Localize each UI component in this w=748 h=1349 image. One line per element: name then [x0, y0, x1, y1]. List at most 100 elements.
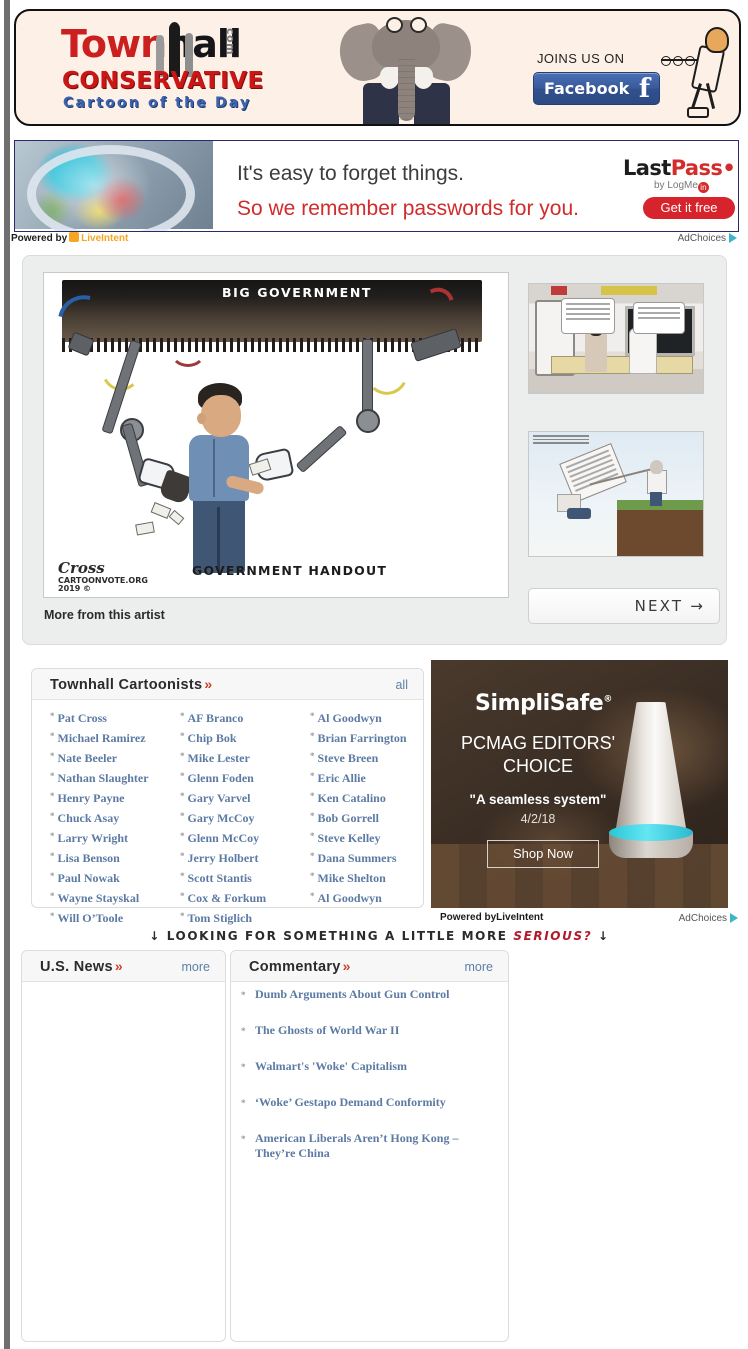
lastpass-advertisement[interactable]: It's easy to forget things. So we rememb… — [14, 140, 739, 232]
cartoonists-columns: * Pat Cross * Michael Ramirez * Nate Beeler… — [32, 699, 423, 927]
commentary-list-item[interactable]: * The Ghosts of World War II — [231, 1023, 508, 1038]
commentary-more-link[interactable]: more — [465, 960, 493, 974]
adchoices-label: AdChoices — [677, 233, 726, 244]
serious-banner-text: LOOKING FOR SOMETHING A LITTLE MORE — [166, 929, 508, 943]
cartoonist-link[interactable]: * AF Branco — [180, 707, 292, 727]
cartoonist-link[interactable]: * Gary McCoy — [180, 807, 292, 827]
logo-tagline-conservative: CONSERVATIVE — [62, 68, 264, 94]
simplisafe-advertisement[interactable]: SimpliSafe® PCMAG EDITORS' CHOICE "A sea… — [431, 660, 728, 908]
bullet-icon: * — [50, 711, 55, 721]
adchoices-link-bottom[interactable]: AdChoices — [679, 913, 738, 924]
commentary-list-item[interactable]: * Dumb Arguments About Gun Control — [231, 987, 508, 1002]
bullet-icon: * — [50, 811, 55, 821]
main-cartoon-image[interactable]: BIG GOVERNMENT GOVERNMENT HANDOUT Cross … — [43, 272, 509, 598]
cartoonist-link[interactable]: * Henry Payne — [50, 787, 162, 807]
get-it-free-button[interactable]: Get it free — [643, 197, 735, 219]
cartoonist-link[interactable]: * Pat Cross — [50, 707, 162, 727]
cartoonist-link[interactable]: * Wayne Stayskal — [50, 887, 162, 907]
commentary-list-item[interactable]: * ‘Woke’ Gestapo Demand Conformity — [231, 1095, 508, 1110]
powered-by-text: Powered by — [11, 233, 68, 244]
cartoonist-link[interactable]: * Larry Wright — [50, 827, 162, 847]
adchoices-link-top[interactable]: AdChoices — [678, 233, 737, 244]
bullet-icon: * — [310, 871, 315, 881]
cartoonist-link[interactable]: * Ken Catalino — [310, 787, 422, 807]
simplisafe-quote-date: 4/2/18 — [520, 812, 556, 826]
logo-tagline-cartoon-of-the-day: Cartoon of the Day — [63, 95, 252, 111]
cartoonist-link[interactable]: * Steve Breen — [310, 747, 422, 767]
bullet-icon: * — [241, 990, 246, 1000]
next-button-label: NEXT → — [634, 597, 705, 615]
cartoonist-link[interactable]: * Eric Allie — [310, 767, 422, 787]
cartoonist-link[interactable]: * Will O’Toole — [50, 907, 162, 927]
double-chevron-icon: » — [204, 676, 213, 692]
commentary-list-item[interactable]: * Walmart's 'Woke' Capitalism — [231, 1059, 508, 1074]
cartoonist-link[interactable]: * Glenn Foden — [180, 767, 292, 787]
laundry-photo — [15, 141, 213, 231]
cartoonists-all-link[interactable]: all — [395, 678, 408, 692]
cartoonist-link[interactable]: * Paul Nowak — [50, 867, 162, 887]
bullet-icon: * — [50, 871, 55, 881]
commentary-panel: Commentary» more * Dumb Arguments About G… — [230, 950, 509, 1342]
lastpass-logo: LastPass•••| — [623, 156, 738, 180]
bullet-icon: * — [180, 731, 185, 741]
bullet-icon: * — [180, 711, 185, 721]
page-scrollbar[interactable] — [4, 0, 10, 1349]
bullet-icon: * — [180, 771, 185, 781]
cartoonist-link[interactable]: * Glenn McCoy — [180, 827, 292, 847]
logo-wordmark: Townhall com — [61, 22, 242, 66]
page-root: Townhall com CONSERVATIVE Cartoon of the… — [11, 0, 748, 1349]
cartoonist-link[interactable]: * Brian Farrington — [310, 727, 422, 747]
us-news-panel: U.S. News» more — [21, 950, 226, 1342]
cartoonist-link[interactable]: * Cox & Forkum — [180, 887, 292, 907]
cartoonist-link[interactable]: * Mike Lester — [180, 747, 292, 767]
cartoon-thumbnail-2[interactable] — [528, 431, 704, 557]
site-header-banner[interactable]: Townhall com CONSERVATIVE Cartoon of the… — [14, 9, 741, 126]
cartoon-thumbnail-1[interactable] — [528, 283, 704, 394]
us-news-panel-header: U.S. News» more — [22, 951, 225, 982]
lastpass-logo-pass: Pass — [670, 156, 723, 180]
us-news-more-link[interactable]: more — [182, 960, 210, 974]
cartoonist-link[interactable]: * Jerry Holbert — [180, 847, 292, 867]
cartoon-viewer: BIG GOVERNMENT GOVERNMENT HANDOUT Cross … — [22, 255, 727, 645]
cartoonist-link[interactable]: * Chip Bok — [180, 727, 292, 747]
cartoonist-link[interactable]: * Michael Ramirez — [50, 727, 162, 747]
cartoonist-link[interactable]: * Al Goodwyn — [310, 887, 422, 907]
cartoonist-link[interactable]: * Mike Shelton — [310, 867, 422, 887]
joins-us-on-label: JOINS US ON — [537, 51, 625, 66]
bullet-icon: * — [50, 751, 55, 761]
next-cartoon-button[interactable]: NEXT → — [528, 588, 720, 624]
cartoonist-link[interactable]: * Steve Kelley — [310, 827, 422, 847]
bullet-icon: * — [180, 871, 185, 881]
adchoices-icon — [730, 913, 738, 923]
bullet-icon: * — [241, 1026, 246, 1036]
powered-by-text-bottom: Powered by — [440, 912, 497, 923]
cartoonist-link[interactable]: * Scott Stantis — [180, 867, 292, 887]
more-from-this-artist-link[interactable]: More from this artist — [44, 608, 165, 622]
cartoonist-link[interactable]: * Nathan Slaughter — [50, 767, 162, 787]
bullet-icon: * — [180, 911, 185, 921]
simplisafe-device-photo — [607, 702, 695, 860]
cartoonist-link[interactable]: * Gary Varvel — [180, 787, 292, 807]
cartoonist-link[interactable]: * Lisa Benson — [50, 847, 162, 867]
cartoonists-column-2: * AF Branco * Chip Bok * Mike Lester * Glenn… — [162, 707, 292, 927]
elephant-illustration — [334, 15, 479, 124]
bullet-icon: * — [50, 911, 55, 921]
townhall-logo[interactable]: Townhall com CONSERVATIVE Cartoon of the… — [61, 22, 276, 114]
bullet-icon: * — [310, 831, 315, 841]
commentary-panel-header: Commentary» more — [231, 951, 508, 982]
trademark-icon: ® — [603, 694, 612, 705]
cartoonist-link[interactable]: * Chuck Asay — [50, 807, 162, 827]
looking-for-serious-banner[interactable]: ↓ LOOKING FOR SOMETHING A LITTLE MORE SE… — [11, 929, 748, 943]
cartoon-machine-label: BIG GOVERNMENT — [222, 285, 373, 300]
commentary-list-item[interactable]: * American Liberals Aren’t Hong Kong – Th… — [231, 1131, 508, 1161]
cartoonist-link[interactable]: * Tom Stiglich — [180, 907, 292, 927]
bullet-icon: * — [50, 851, 55, 861]
shop-now-button[interactable]: Shop Now — [487, 840, 599, 868]
commentary-list: * Dumb Arguments About Gun Control * The G… — [231, 981, 508, 1182]
cartoonist-link[interactable]: * Dana Summers — [310, 847, 422, 867]
cartoonist-link[interactable]: * Bob Gorrell — [310, 807, 422, 827]
logo-com-text: com — [224, 28, 237, 56]
facebook-button[interactable]: Facebook f — [533, 72, 660, 105]
cartoonist-link[interactable]: * Al Goodwyn — [310, 707, 422, 727]
cartoonist-link[interactable]: * Nate Beeler — [50, 747, 162, 767]
